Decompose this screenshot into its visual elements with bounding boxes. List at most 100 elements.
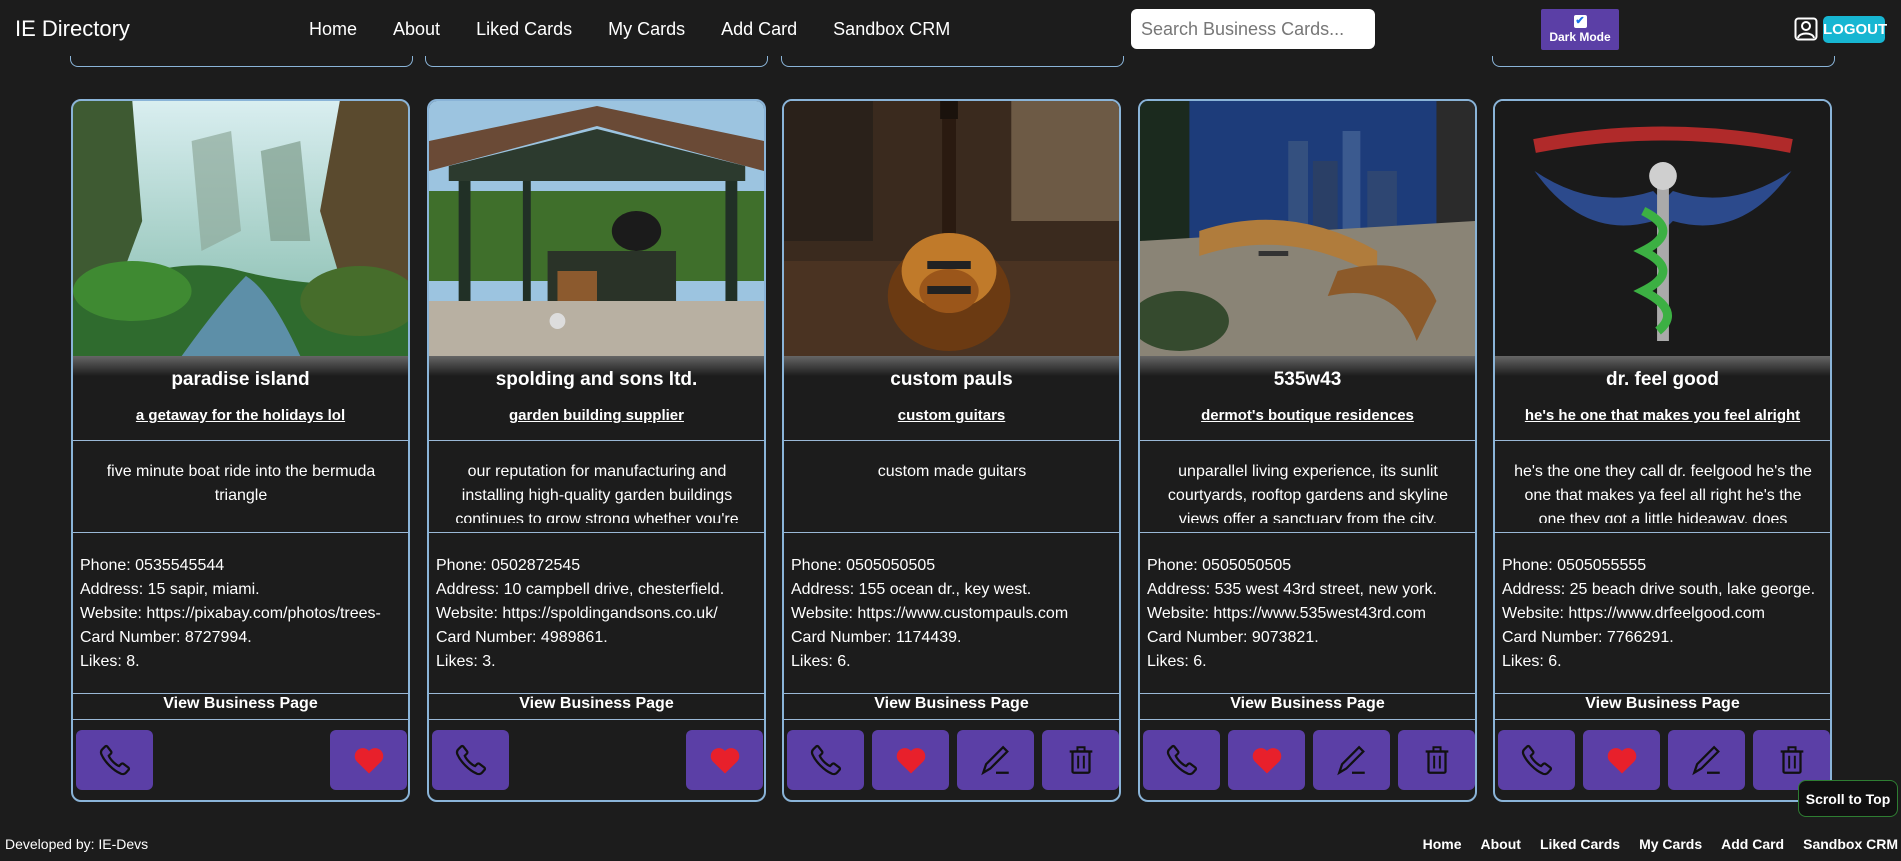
card-address: Address: 25 beach drive south, lake geor… [1502,581,1816,598]
card-info: Phone: 0505055555 Address: 25 beach driv… [1502,554,1822,674]
divider [429,719,764,720]
card-address: Address: 535 west 43rd street, new york. [1147,581,1437,598]
divider [429,532,764,533]
card-website: Website: https://www.custompauls.com [791,605,1069,622]
dark-mode-toggle[interactable]: ✔ Dark Mode [1541,9,1619,50]
card-image-guitar [784,101,1119,356]
footer-link-sandbox-crm[interactable]: Sandbox CRM [1803,836,1898,852]
call-button[interactable] [1143,730,1220,790]
like-button[interactable] [1583,730,1660,790]
card-number: Card Number: 4989861. [436,629,608,646]
heart-icon [710,748,739,774]
heart-icon [1252,748,1281,774]
card-likes: Likes: 6. [1147,653,1207,670]
pencil-icon [980,745,1009,776]
heart-icon [1607,748,1636,774]
call-button[interactable] [1498,730,1575,790]
brand-logo-text[interactable]: IE Directory [15,16,130,42]
card-likes: Likes: 6. [1502,653,1562,670]
card-description: our reputation for manufacturing and ins… [455,463,739,523]
card-website: Website: https://pixabay.com/photos/tree… [80,605,381,622]
call-button[interactable] [76,730,153,790]
nav-link-my-cards[interactable]: My Cards [608,19,685,40]
footer: Developed by: IE-Devs Home About Liked C… [0,836,1901,856]
call-button[interactable] [787,730,864,790]
card-title: paradise island [171,369,310,390]
footer-link-my-cards[interactable]: My Cards [1639,836,1702,852]
card-likes: Likes: 3. [436,653,496,670]
nav-link-liked-cards[interactable]: Liked Cards [476,19,572,40]
divider [73,532,408,533]
like-button[interactable] [872,730,949,790]
divider [1140,440,1475,441]
card-address: Address: 155 ocean dr., key west. [791,581,1032,598]
business-card: 535w43 dermot's boutique residences unpa… [1138,99,1477,802]
divider [784,440,1119,441]
card-info: Phone: 0505050505 Address: 535 west 43rd… [1147,554,1467,674]
user-profile-icon[interactable] [1794,17,1818,41]
checkbox-checked-icon[interactable]: ✔ [1573,15,1587,28]
trash-icon [1425,746,1448,774]
card-phone: Phone: 0502872545 [436,557,581,574]
scroll-to-top-button[interactable]: Scroll to Top [1798,780,1898,817]
card-image-rooftop-city [1140,101,1475,356]
business-card: spolding and sons ltd. garden building s… [427,99,766,802]
card-info: Phone: 0502872545 Address: 10 campbell d… [436,554,756,674]
divider [1495,693,1830,694]
card-info: Phone: 0535545544 Address: 15 sapir, mia… [80,554,400,674]
business-card: paradise island a getaway for the holida… [71,99,410,802]
card-website: Website: https://spoldingandsons.co.uk/ [436,605,718,622]
trash-icon [1780,746,1803,774]
navbar: IE Directory Home About Liked Cards My C… [0,0,1901,58]
card-title: 535w43 [1273,369,1342,390]
trash-icon [1069,746,1092,774]
card-number: Card Number: 9073821. [1147,629,1319,646]
card-number: Card Number: 1174439. [791,629,962,646]
card-description: five minute boat ride into the bermuda t… [106,463,376,504]
card-phone: Phone: 0505050505 [1147,557,1292,574]
footer-link-about[interactable]: About [1481,836,1521,852]
logout-button[interactable]: LOGOUT [1823,16,1887,43]
nav-link-sandbox-crm[interactable]: Sandbox CRM [833,19,950,40]
like-button[interactable] [686,730,763,790]
view-business-page-link[interactable]: View Business Page [429,695,764,713]
footer-link-add-card[interactable]: Add Card [1721,836,1784,852]
card-info: Phone: 0505050505 Address: 155 ocean dr.… [791,554,1111,674]
edit-button[interactable] [1668,730,1745,790]
like-button[interactable] [330,730,407,790]
card-subtitle: garden building supplier [508,407,684,424]
phone-icon [455,744,486,776]
divider [73,719,408,720]
nav-link-add-card[interactable]: Add Card [721,19,797,40]
phone-icon [1521,744,1552,776]
card-phone: Phone: 0505055555 [1502,557,1647,574]
divider [1140,532,1475,533]
view-business-page-link[interactable]: View Business Page [784,695,1119,713]
search-input[interactable] [1131,9,1375,49]
like-button[interactable] [1228,730,1305,790]
pencil-icon [1691,745,1720,776]
nav-link-home[interactable]: Home [309,19,357,40]
edit-button[interactable] [957,730,1034,790]
footer-link-home[interactable]: Home [1423,836,1462,852]
view-business-page-link[interactable]: View Business Page [1495,695,1830,713]
previous-card-edge [70,56,413,67]
view-business-page-link[interactable]: View Business Page [1140,695,1475,713]
card-subtitle: dermot's boutique residences [1201,407,1414,424]
view-business-page-link[interactable]: View Business Page [73,695,408,713]
divider [429,440,764,441]
call-button[interactable] [432,730,509,790]
business-card: custom pauls custom guitars custom made … [782,99,1121,802]
divider [73,440,408,441]
footer-developer-credit: Developed by: IE-Devs [5,836,149,852]
edit-button[interactable] [1313,730,1390,790]
nav-link-about[interactable]: About [393,19,440,40]
divider [784,532,1119,533]
delete-button[interactable] [1398,730,1475,790]
footer-link-liked-cards[interactable]: Liked Cards [1540,836,1620,852]
phone-icon [99,744,130,776]
divider [73,693,408,694]
delete-button[interactable] [1042,730,1119,790]
nav-links: Home About Liked Cards My Cards Add Card… [309,19,986,40]
heart-icon [354,748,383,774]
